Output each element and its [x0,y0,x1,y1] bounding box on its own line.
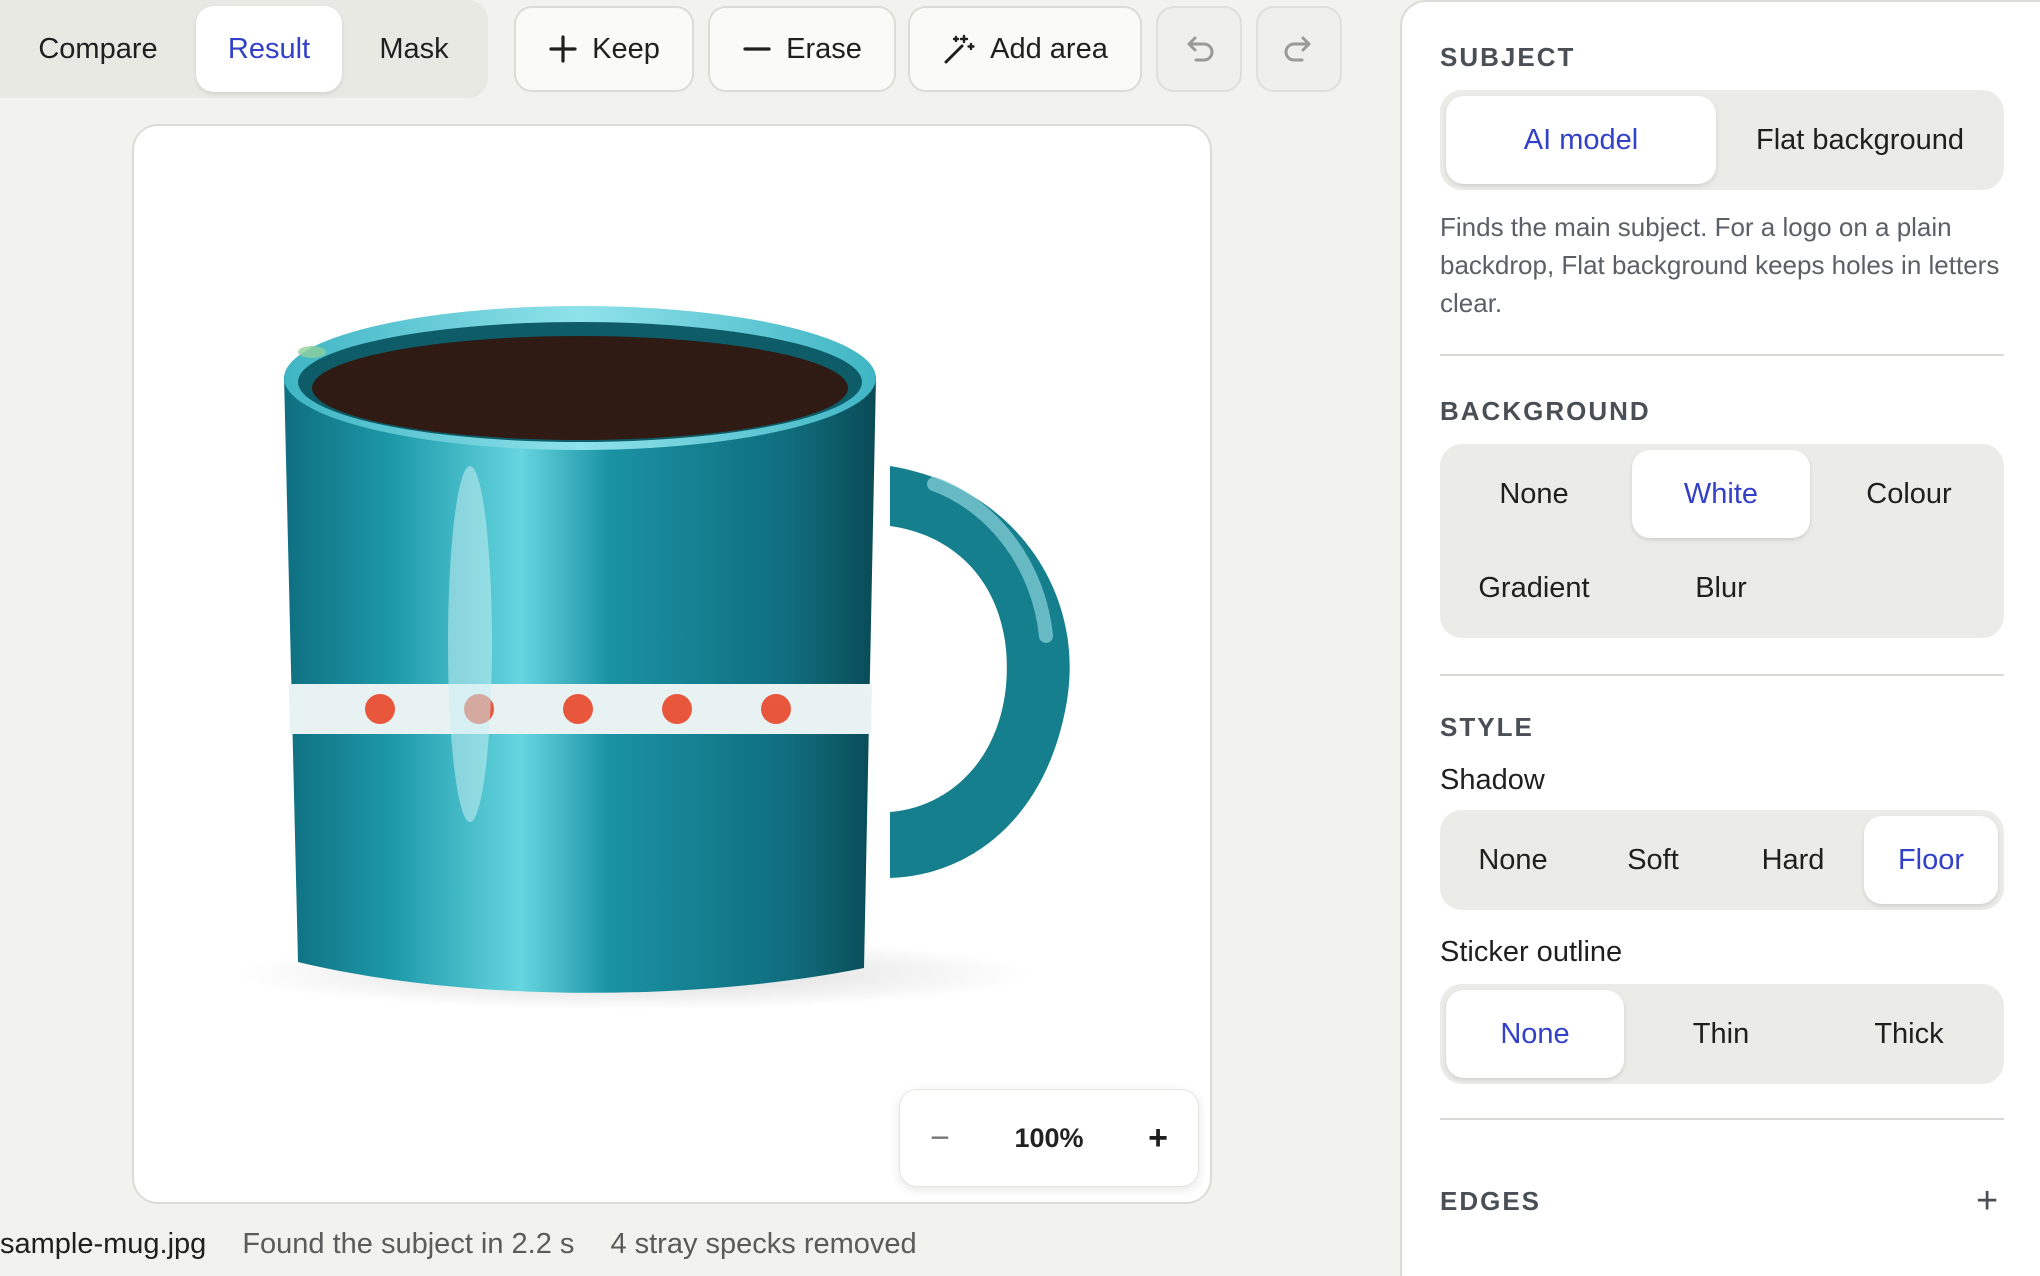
sticker-outline-option-group: None Thin Thick [1440,984,2004,1084]
redo-button[interactable] [1256,6,1342,92]
add-area-label: Add area [990,32,1108,65]
erase-brush-button[interactable]: Erase [708,6,896,92]
edges-section-title: EDGES [1440,1186,1542,1216]
detect-status: Found the subject in 2.2 s [242,1228,575,1260]
plus-icon [548,34,578,64]
subject-description: Finds the main subject. For a logo on a … [1440,212,2000,318]
divider [1440,1118,2004,1120]
background-option-colour[interactable]: Colour [1820,450,1998,538]
view-mode-toggle: Compare Result Mask [0,0,488,98]
outline-option-thick[interactable]: Thick [1820,990,1998,1078]
shadow-option-floor[interactable]: Floor [1864,816,1998,904]
background-option-group: None White Colour Gradient Blur [1440,444,2004,638]
shadow-label: Shadow [1440,764,1545,796]
view-compare-button[interactable]: Compare [14,0,182,98]
settings-panel: SUBJECT AI model Flat background Finds t… [1400,0,2040,1276]
subject-option-ai-model[interactable]: AI model [1446,96,1716,184]
image-canvas[interactable]: − 100% + [132,124,1212,1204]
file-name: sample-mug.jpg [0,1228,207,1260]
shadow-option-none[interactable]: None [1446,816,1580,904]
shadow-option-group: None Soft Hard Floor [1440,810,2004,910]
status-bar: sample-mug.jpg Found the subject in 2.2 s… [0,1222,917,1266]
background-option-white[interactable]: White [1632,450,1810,538]
zoom-out-button[interactable]: − [900,1090,980,1186]
view-mask-button[interactable]: Mask [356,0,472,98]
cleanup-status: 4 stray specks removed [610,1228,917,1260]
zoom-level: 100% [1014,1123,1084,1153]
divider [1440,674,2004,676]
shadow-option-soft[interactable]: Soft [1586,816,1720,904]
divider [1440,354,2004,356]
mug-preview-image [234,306,1070,1010]
keep-label: Keep [592,32,660,65]
redo-icon [1280,30,1318,68]
outline-option-thin[interactable]: Thin [1632,990,1810,1078]
background-option-none[interactable]: None [1446,450,1622,538]
shadow-option-hard[interactable]: Hard [1726,816,1860,904]
subject-option-flat-background[interactable]: Flat background [1722,96,1998,184]
background-section-title: BACKGROUND [1440,396,1651,426]
erase-label: Erase [786,32,862,65]
keep-brush-button[interactable]: Keep [514,6,694,92]
sticker-outline-label: Sticker outline [1440,936,1623,968]
style-section-title: STYLE [1440,712,1534,742]
subject-section-title: SUBJECT [1440,42,1576,72]
undo-button[interactable] [1156,6,1242,92]
zoom-in-button[interactable]: + [1118,1090,1198,1186]
subject-option-group: AI model Flat background [1440,90,2004,190]
background-option-gradient[interactable]: Gradient [1446,544,1622,632]
magic-wand-icon [942,32,976,66]
view-result-button[interactable]: Result [196,6,342,92]
background-option-blur[interactable]: Blur [1632,544,1810,632]
minus-icon [742,34,772,64]
zoom-control: − 100% + [899,1089,1199,1187]
edges-expand-button[interactable]: + [1976,1182,1998,1220]
outline-option-none[interactable]: None [1446,990,1624,1078]
undo-icon [1180,30,1218,68]
add-area-button[interactable]: Add area [908,6,1142,92]
